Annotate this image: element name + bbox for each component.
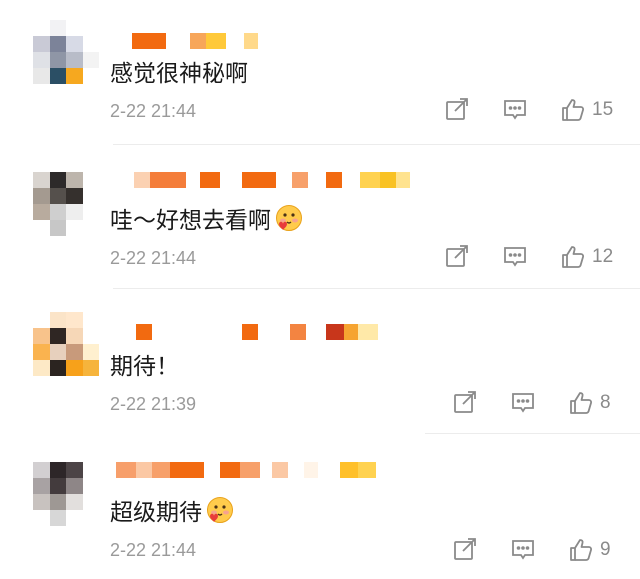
like-count: 9 bbox=[600, 539, 611, 560]
username-mosaic[interactable] bbox=[112, 33, 258, 49]
like-count: 8 bbox=[600, 392, 611, 413]
comment-text: 感觉很神秘啊 bbox=[110, 54, 248, 88]
username-mosaic[interactable] bbox=[112, 324, 378, 340]
comment-icon[interactable] bbox=[502, 97, 528, 123]
username-mosaic[interactable] bbox=[112, 462, 376, 478]
comment-icon[interactable] bbox=[502, 244, 528, 270]
share-icon[interactable] bbox=[444, 244, 470, 270]
thumbs-up-icon[interactable] bbox=[568, 537, 594, 563]
like-button[interactable]: 12 bbox=[560, 244, 613, 270]
share-icon[interactable] bbox=[452, 390, 478, 416]
comment-body: 哇～好想去看啊 bbox=[110, 208, 271, 234]
comment-timestamp: 2-22 21:39 bbox=[110, 394, 197, 414]
username-mosaic[interactable] bbox=[112, 172, 410, 188]
comment-text: 哇～好想去看啊 bbox=[110, 201, 303, 235]
like-count: 12 bbox=[592, 246, 614, 267]
comment-icon[interactable] bbox=[510, 537, 536, 563]
like-button[interactable]: 8 bbox=[568, 390, 611, 416]
avatar[interactable] bbox=[33, 172, 99, 236]
comment-text: 超级期待 bbox=[110, 493, 234, 527]
thumbs-up-icon[interactable] bbox=[560, 244, 586, 270]
comment-text: 期待！ bbox=[110, 347, 179, 381]
comment-body: 感觉很神秘啊 bbox=[110, 61, 248, 87]
comment-timestamp: 2-22 21:44 bbox=[110, 101, 197, 121]
comment-body: 超级期待 bbox=[110, 500, 202, 526]
comment-body: 期待！ bbox=[110, 354, 179, 380]
like-count: 15 bbox=[592, 99, 614, 120]
avatar[interactable] bbox=[33, 312, 99, 376]
thumbs-up-icon[interactable] bbox=[568, 390, 594, 416]
divider bbox=[113, 144, 640, 145]
avatar[interactable] bbox=[33, 20, 99, 84]
comment-timestamp: 2-22 21:44 bbox=[110, 540, 197, 560]
comment-icon[interactable] bbox=[510, 390, 536, 416]
divider bbox=[113, 288, 640, 289]
blushing-face-with-heart-emoji bbox=[207, 497, 233, 523]
like-button[interactable]: 9 bbox=[568, 537, 611, 563]
blushing-face-with-heart-emoji bbox=[276, 205, 302, 231]
thumbs-up-icon[interactable] bbox=[560, 97, 586, 123]
share-icon[interactable] bbox=[444, 97, 470, 123]
comment-timestamp: 2-22 21:44 bbox=[110, 248, 197, 268]
like-button[interactable]: 15 bbox=[560, 97, 613, 123]
divider bbox=[425, 433, 640, 434]
share-icon[interactable] bbox=[452, 537, 478, 563]
avatar[interactable] bbox=[33, 462, 99, 526]
